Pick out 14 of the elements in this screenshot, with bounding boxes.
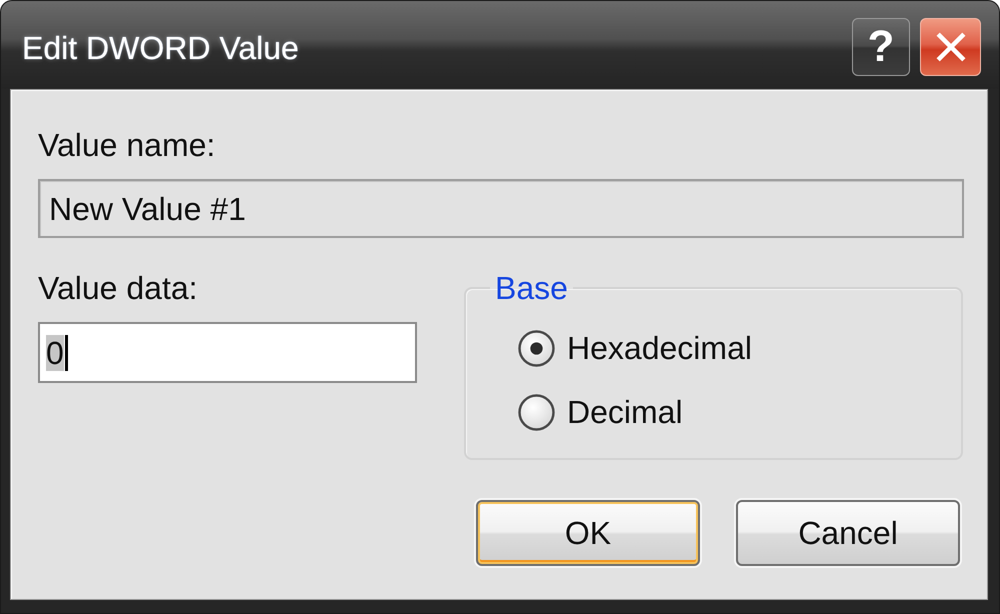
dialog-button[interactable]: OK <box>476 500 700 566</box>
value-data-field[interactable]: 0 <box>38 322 417 383</box>
help-button[interactable]: ? <box>852 18 910 76</box>
radio-option[interactable]: Hexadecimal <box>518 328 752 368</box>
dialog-button[interactable]: Cancel <box>736 500 960 566</box>
window-title: Edit DWORD Value <box>22 29 299 67</box>
close-icon <box>936 32 966 62</box>
field-label: Value data: <box>38 270 198 306</box>
radio-option[interactable]: Decimal <box>518 392 683 432</box>
group-title: Base <box>494 270 569 306</box>
value-name-field[interactable]: New Value #1 <box>38 179 964 238</box>
text-cursor-icon <box>64 334 68 370</box>
close-button[interactable] <box>920 18 981 76</box>
field-label: Value name: <box>38 127 216 163</box>
